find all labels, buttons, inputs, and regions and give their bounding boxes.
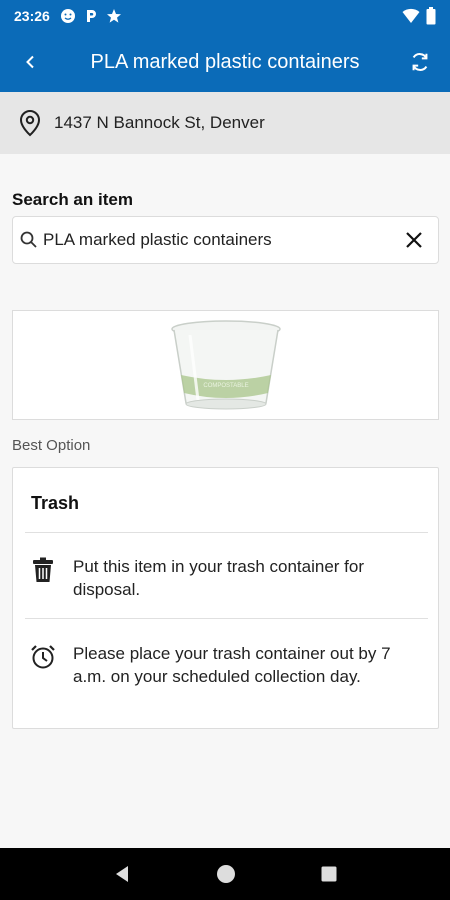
p-icon bbox=[86, 10, 96, 22]
back-button[interactable] bbox=[0, 32, 60, 92]
cup-image: COMPOSTABLE bbox=[170, 320, 281, 410]
location-bar[interactable]: 1437 N Bannock St, Denver bbox=[0, 92, 450, 154]
status-bar: 23:26 bbox=[0, 0, 450, 32]
item-image-card: COMPOSTABLE bbox=[12, 310, 439, 420]
wifi-icon bbox=[402, 8, 420, 23]
close-icon bbox=[406, 232, 422, 248]
divider bbox=[25, 532, 428, 533]
option-row-text: Please place your trash container out by… bbox=[73, 644, 391, 686]
cup-print: COMPOSTABLE bbox=[203, 383, 248, 389]
search-icon bbox=[20, 231, 37, 248]
nav-back-icon[interactable] bbox=[113, 865, 131, 883]
status-time: 23:26 bbox=[14, 8, 50, 24]
face-icon bbox=[60, 9, 75, 23]
main-content: Search an item COMPOSTABLE Best Option T… bbox=[0, 154, 450, 848]
location-address: 1437 N Bannock St, Denver bbox=[54, 113, 265, 132]
option-title: Trash bbox=[31, 493, 80, 513]
location-pin-icon bbox=[19, 109, 41, 137]
page-title: PLA marked plastic containers bbox=[90, 50, 360, 73]
star-icon bbox=[106, 9, 121, 23]
clear-search-button[interactable] bbox=[390, 216, 438, 264]
option-card: Trash Put this item in your trash contai… bbox=[12, 467, 439, 729]
search-label: Search an item bbox=[12, 190, 133, 209]
status-icons bbox=[60, 8, 122, 24]
refresh-button[interactable] bbox=[390, 32, 450, 92]
trash-can-icon bbox=[33, 557, 53, 582]
home-icon[interactable] bbox=[216, 864, 236, 884]
status-right bbox=[402, 7, 436, 25]
option-row-schedule: Please place your trash container out by… bbox=[13, 642, 440, 688]
option-row-disposal: Put this item in your trash container fo… bbox=[13, 555, 440, 601]
system-nav-bar bbox=[0, 848, 450, 900]
best-option-label: Best Option bbox=[12, 437, 91, 454]
search-input[interactable] bbox=[43, 230, 390, 250]
app-bar: PLA marked plastic containers bbox=[0, 32, 450, 92]
option-row-text: Put this item in your trash container fo… bbox=[73, 557, 365, 599]
divider bbox=[25, 618, 428, 619]
search-box bbox=[12, 216, 439, 264]
alarm-clock-icon bbox=[31, 645, 55, 669]
recents-icon[interactable] bbox=[321, 866, 337, 882]
back-icon bbox=[26, 55, 34, 69]
refresh-icon bbox=[412, 53, 428, 71]
battery-icon bbox=[426, 7, 436, 25]
